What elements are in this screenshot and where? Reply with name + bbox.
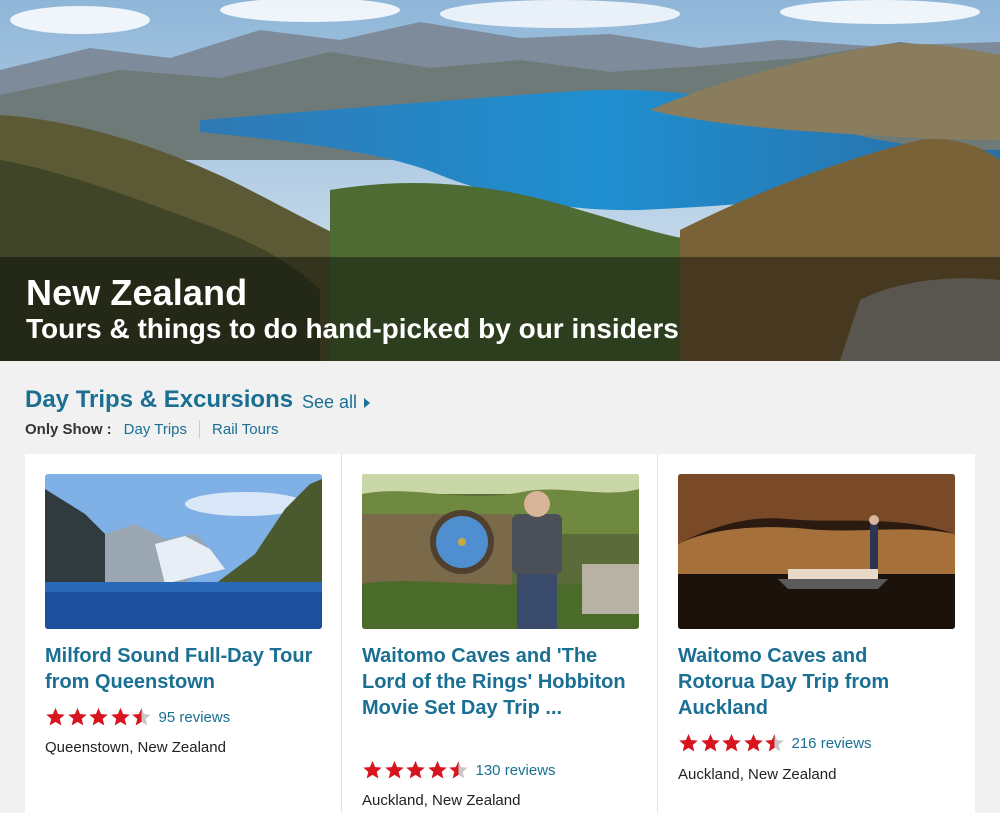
star-half-icon — [449, 761, 468, 779]
tour-title[interactable]: Milford Sound Full-Day Tour from Queenst… — [45, 643, 315, 695]
tour-title[interactable]: Waitomo Caves and 'The Lord of the Rings… — [362, 643, 632, 721]
reviews-link[interactable]: 216 reviews — [792, 735, 872, 752]
tour-card[interactable]: Waitomo Caves and 'The Lord of the Rings… — [341, 454, 657, 813]
star-half-icon — [132, 708, 151, 726]
hobbiton-photo — [362, 474, 639, 629]
glowworm-cave-photo — [678, 474, 955, 629]
reviews-link[interactable]: 130 reviews — [476, 762, 556, 779]
tour-image[interactable] — [362, 474, 639, 629]
rating: 216 reviews — [678, 733, 872, 753]
star-full-icon — [67, 708, 87, 726]
tour-location: Auckland, New Zealand — [362, 792, 521, 809]
star-full-icon — [384, 761, 404, 779]
tour-location: Auckland, New Zealand — [678, 766, 837, 783]
star-full-icon — [722, 734, 741, 752]
star-rating — [45, 707, 153, 727]
tour-image[interactable] — [45, 474, 322, 629]
tour-card[interactable]: Milford Sound Full-Day Tour from Queenst… — [25, 454, 341, 813]
tour-image[interactable] — [678, 474, 955, 629]
star-full-icon — [46, 708, 65, 726]
star-full-icon — [363, 761, 382, 779]
star-full-icon — [110, 708, 130, 726]
milford-sound-photo — [45, 474, 322, 629]
tour-location: Queenstown, New Zealand — [45, 739, 226, 756]
star-rating — [678, 733, 786, 753]
star-full-icon — [679, 734, 698, 752]
page-subtitle: Tours & things to do hand-picked by our … — [26, 313, 679, 344]
star-full-icon — [743, 734, 763, 752]
section-title[interactable]: Day Trips & Excursions — [25, 386, 293, 414]
see-all-label: See all — [302, 392, 358, 412]
star-full-icon — [427, 761, 447, 779]
filter-rail-tours[interactable]: Rail Tours — [212, 421, 278, 438]
rating: 130 reviews — [362, 760, 556, 780]
filter-row: Only Show : Day Trips Rail Tours — [25, 420, 278, 438]
filter-label: Only Show : — [25, 420, 112, 438]
rating: 95 reviews — [45, 707, 230, 727]
star-full-icon — [89, 708, 108, 726]
see-all-link[interactable]: See all — [302, 392, 371, 413]
filter-day-trips[interactable]: Day Trips — [124, 421, 187, 438]
page-title: New Zealand — [26, 272, 248, 313]
tour-card[interactable]: Waitomo Caves and Rotorua Day Trip from … — [657, 454, 973, 813]
star-rating — [362, 760, 470, 780]
caret-right-icon — [364, 397, 371, 408]
star-full-icon — [406, 761, 425, 779]
tour-title[interactable]: Waitomo Caves and Rotorua Day Trip from … — [678, 643, 948, 721]
filter-divider — [199, 420, 201, 438]
star-half-icon — [765, 734, 784, 752]
tour-card-list: Milford Sound Full-Day Tour from Queenst… — [25, 454, 975, 813]
reviews-link[interactable]: 95 reviews — [159, 709, 231, 726]
star-full-icon — [700, 734, 720, 752]
